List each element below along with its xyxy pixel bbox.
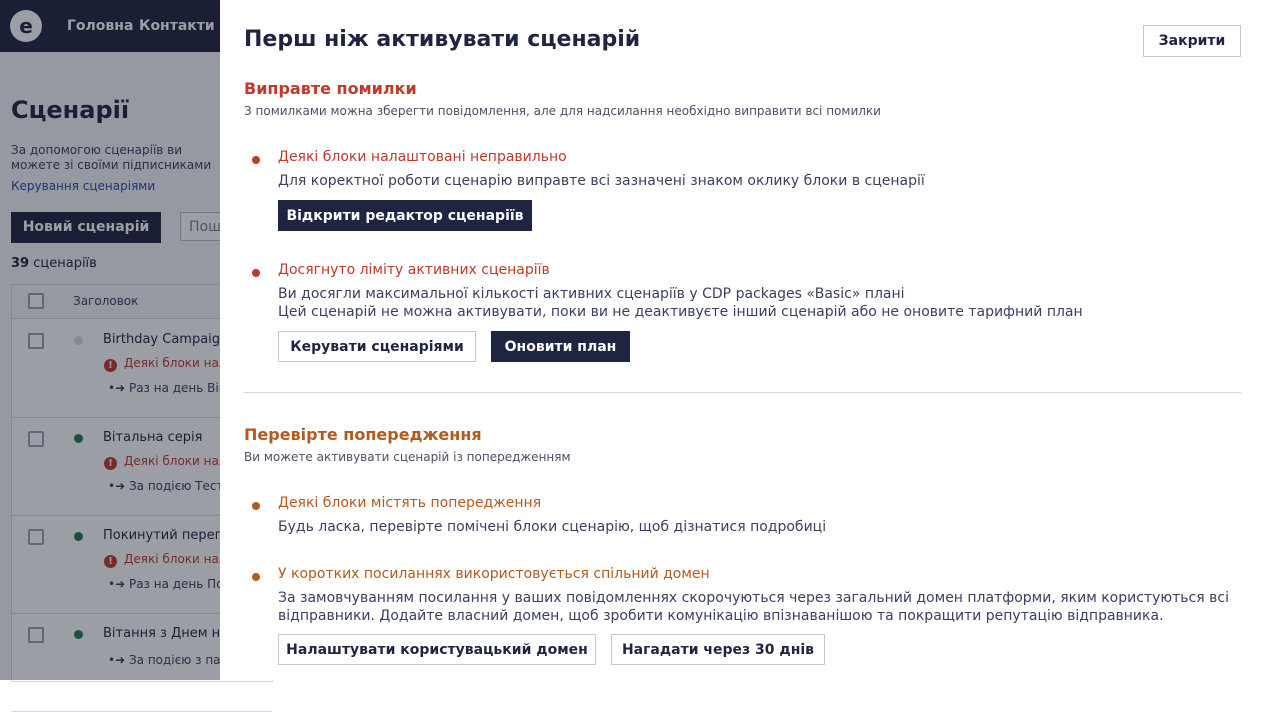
warning-item-title: Деякі блоки містять попередження [278, 495, 542, 511]
error-item-title: Досягнуто ліміту активних сценаріїв [278, 262, 550, 278]
errors-section-title: Виправте помилки [244, 79, 417, 98]
warning-bullet [252, 502, 260, 510]
warning-item-description: Будь ласка, перевірте помічені блоки сце… [278, 519, 827, 535]
error-item-description: Для коректної роботи сценарію виправте в… [278, 173, 925, 189]
warning-bullet [252, 573, 260, 581]
error-item-description: Ви досягли максимальної кількості активн… [278, 286, 905, 302]
configure-custom-domain-button[interactable]: Налаштувати користувацький домен [278, 634, 596, 665]
upgrade-plan-button[interactable]: Оновити план [491, 331, 630, 362]
open-scenario-editor-button[interactable]: Відкрити редактор сценаріїв [278, 200, 532, 231]
warning-item-title: У коротких посиланнях використовується с… [278, 566, 710, 582]
error-bullet [252, 269, 260, 277]
warning-item-description: відправники. Додайте власний домен, щоб … [278, 608, 1164, 624]
error-item-description: Цей сценарій не можна активувати, поки в… [278, 304, 1083, 320]
warnings-section-subtitle: Ви можете активувати сценарій із поперед… [244, 450, 571, 464]
error-bullet [252, 156, 260, 164]
errors-section-subtitle: З помилками можна зберегти повідомлення,… [244, 104, 881, 118]
warnings-section-title: Перевірте попередження [244, 425, 482, 444]
close-button[interactable]: Закрити [1143, 25, 1241, 57]
remind-in-30-days-button[interactable]: Нагадати через 30 днів [611, 634, 825, 665]
error-item-title: Деякі блоки налаштовані неправильно [278, 149, 567, 165]
warning-item-description: За замовчуванням посилання у ваших повід… [278, 590, 1229, 606]
manage-scenarios-button[interactable]: Керувати сценаріями [278, 331, 476, 362]
activation-check-panel: Перш ніж активувати сценарій Закрити Вип… [220, 0, 1275, 680]
section-divider [244, 392, 1241, 393]
panel-title: Перш ніж активувати сценарій [244, 27, 641, 52]
